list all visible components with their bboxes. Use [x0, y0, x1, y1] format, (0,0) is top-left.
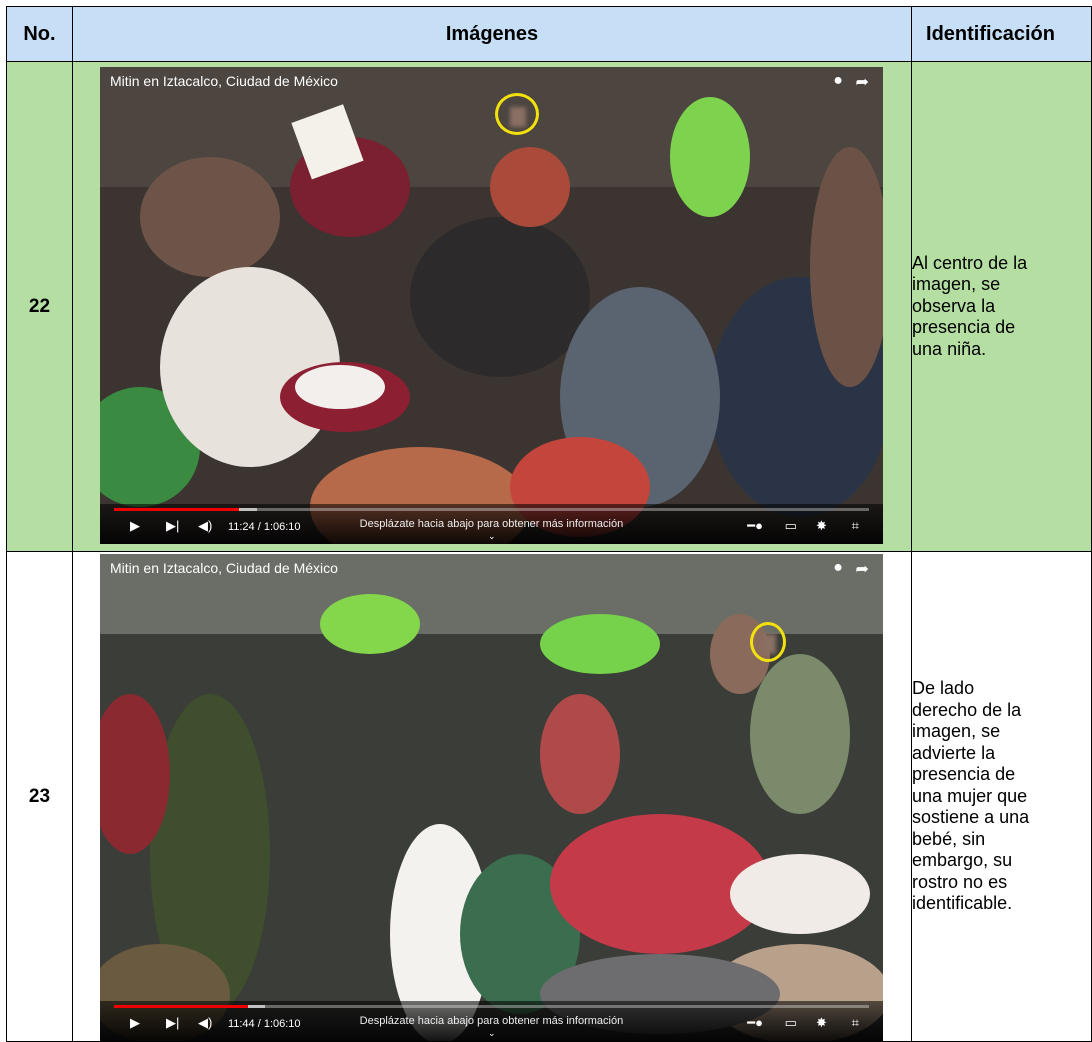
chevron-down-icon[interactable]: ⌄: [488, 1028, 496, 1039]
buffer-bar: [247, 1005, 265, 1008]
highlight-circle: [749, 622, 786, 662]
chevron-down-icon[interactable]: ⌄: [488, 531, 496, 542]
clock-icon[interactable]: ●: [833, 72, 843, 90]
table-row: 23 Mitin en Iztacalco, Ciudad de México …: [6, 551, 1092, 1042]
image-cell: Mitin en Iztacalco, Ciudad de México ● ➦…: [71, 61, 913, 552]
share-icon[interactable]: ➦: [856, 559, 869, 579]
progress-fill: [113, 1005, 248, 1008]
row-number: 22: [6, 61, 73, 552]
fullscreen-exit-icon[interactable]: ⌗: [852, 1015, 859, 1031]
settings-icon[interactable]: ✸: [816, 518, 827, 534]
video-controls: ▶ ▶| ◀) 11:44 / 1:06:10 Desplázate hacia…: [99, 1001, 883, 1041]
clock-icon[interactable]: ●: [833, 559, 843, 577]
identification-text: De lado derecho de la imagen, se adviert…: [911, 551, 1092, 1042]
autoplay-toggle-icon[interactable]: ━●: [747, 518, 763, 534]
video-title: Mitin en Iztacalco, Ciudad de México: [109, 73, 338, 89]
video-screenshot[interactable]: Mitin en Iztacalco, Ciudad de México ● ➦…: [99, 67, 883, 544]
video-controls: ▶ ▶| ◀) 11:24 / 1:06:10 Desplázate hacia…: [99, 504, 883, 544]
progress-fill: [113, 508, 240, 511]
subtitles-icon[interactable]: ▭: [785, 1015, 797, 1031]
share-icon[interactable]: ➦: [856, 72, 869, 92]
settings-icon[interactable]: ✸: [816, 1015, 827, 1031]
scroll-hint: Desplázate hacia abajo para obtener más …: [359, 1015, 624, 1027]
image-cell: Mitin en Iztacalco, Ciudad de México ● ➦…: [71, 551, 913, 1042]
evidence-table: No. Imágenes Identificación 22 Mitin en …: [6, 6, 1092, 1042]
video-title: Mitin en Iztacalco, Ciudad de México: [109, 560, 338, 576]
header-no: No.: [6, 6, 73, 62]
header-identification: Identificación: [911, 6, 1092, 62]
highlight-circle: [494, 93, 539, 135]
table-row: 22 Mitin en Iztacalco, Ciudad de México …: [6, 61, 1092, 552]
progress-bar[interactable]: [113, 1005, 869, 1008]
autoplay-toggle-icon[interactable]: ━●: [747, 1015, 763, 1031]
progress-bar[interactable]: [113, 508, 869, 511]
buffer-bar: [239, 508, 258, 511]
identification-text: Al centro de la imagen, se observa la pr…: [911, 61, 1092, 552]
subtitles-icon[interactable]: ▭: [785, 518, 797, 534]
crowd-scene: [99, 67, 883, 544]
video-screenshot[interactable]: Mitin en Iztacalco, Ciudad de México ● ➦…: [99, 554, 883, 1041]
fullscreen-exit-icon[interactable]: ⌗: [852, 518, 859, 534]
header-images: Imágenes: [71, 6, 913, 62]
row-number: 23: [6, 551, 73, 1042]
header-row: No. Imágenes Identificación: [6, 6, 1092, 62]
scroll-hint: Desplázate hacia abajo para obtener más …: [359, 518, 624, 530]
